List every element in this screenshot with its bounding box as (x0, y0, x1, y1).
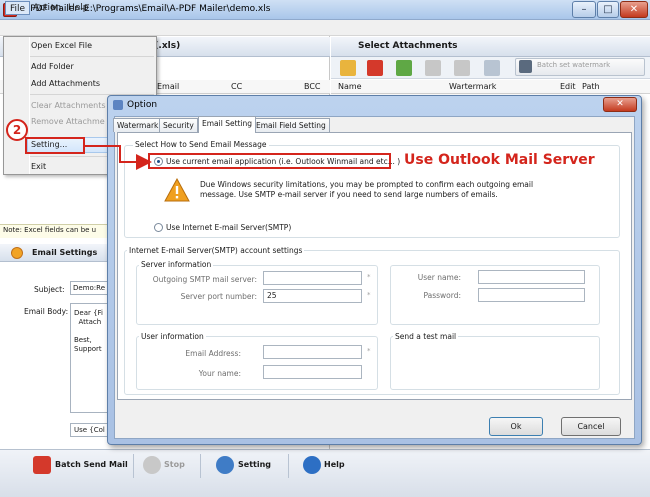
dialog-close-button[interactable]: ✕ (603, 97, 637, 112)
test-mail-title: Send a test mail (393, 332, 459, 341)
tab-email-setting[interactable]: Email Setting (198, 116, 257, 133)
batch-watermark-label: Batch set watermark (537, 61, 611, 69)
menu-help[interactable]: Help (64, 1, 93, 15)
email-address-input[interactable] (263, 345, 362, 359)
setting-button[interactable]: Setting (238, 460, 271, 469)
required-star: * (367, 273, 371, 281)
bottom-toolbar (0, 449, 650, 497)
setting-highlight-outline (25, 137, 85, 154)
batch-send-button[interactable]: Batch Send Mail (55, 460, 128, 469)
column-header-edit[interactable]: Edit (560, 82, 576, 91)
server-port-input[interactable]: 25 (263, 289, 362, 303)
column-header-cc[interactable]: CC (231, 82, 242, 91)
tab-email-field-setting[interactable]: Email Field Setting (252, 118, 330, 132)
toolbar-separator (288, 454, 289, 478)
option-dialog: Option ✕ Watermark Security Email Settin… (107, 95, 642, 445)
menu-item-open-excel[interactable]: Open Excel File (31, 39, 92, 53)
batch-send-icon[interactable] (33, 456, 51, 474)
email-body-label: Email Body: (24, 307, 69, 316)
dialog-title: Option (127, 100, 158, 110)
warning-text-line2: message. Use SMTP e-mail server if you n… (200, 190, 498, 199)
note-text: Note: Excel fields can be u (3, 226, 97, 234)
toolbar-separator (200, 454, 201, 478)
close-button[interactable]: ✕ (620, 1, 648, 18)
column-header-bcc[interactable]: BCC (304, 82, 321, 91)
preview-icon[interactable] (484, 60, 500, 76)
add-pdf-icon[interactable] (367, 60, 383, 76)
subject-input[interactable]: Demo:Re (70, 281, 110, 295)
column-header-path[interactable]: Path (582, 82, 600, 91)
radio-current-email-app[interactable] (154, 157, 163, 166)
minimize-button[interactable]: – (572, 1, 596, 18)
outgoing-server-input[interactable] (263, 271, 362, 285)
option-current-email-app-label[interactable]: Use current email application (i.e. Outl… (166, 157, 400, 166)
menu-bar (0, 20, 650, 36)
outgoing-server-label: Outgoing SMTP mail server: (152, 275, 257, 284)
menu-item-add-attachments[interactable]: Add Attachments (31, 77, 100, 91)
username-label: User name: (417, 273, 461, 282)
server-info-title: Server information (139, 260, 214, 269)
send-method-group-title: Select How to Send Email Message (133, 140, 269, 149)
help-button[interactable]: Help (324, 460, 345, 469)
required-star: * (367, 291, 371, 299)
toolbar-separator (133, 454, 134, 478)
use-column-field[interactable]: Use {Col (70, 423, 110, 437)
dialog-title-icon (113, 100, 123, 110)
stop-icon[interactable] (143, 456, 161, 474)
tab-watermark[interactable]: Watermark (113, 118, 163, 132)
setting-gear-icon[interactable] (216, 456, 234, 474)
warning-text-line1: Due Windows security limitations, you ma… (200, 180, 534, 189)
subject-label: Subject: (34, 285, 65, 294)
warning-icon (164, 178, 190, 202)
menu-item-exit[interactable]: Exit (31, 160, 46, 174)
server-port-label: Server port number: (180, 292, 257, 301)
tab-security[interactable]: Security (159, 118, 198, 132)
delete-icon[interactable] (425, 60, 441, 76)
menu-item-remove-attachment[interactable]: Remove Attachme (31, 115, 105, 129)
menu-separator (30, 56, 154, 57)
email-settings-icon (11, 247, 23, 259)
email-address-label: Email Address: (185, 349, 241, 358)
menu-item-add-folder[interactable]: Add Folder (31, 60, 74, 74)
your-name-input[interactable] (263, 365, 362, 379)
password-label: Password: (423, 291, 461, 300)
menu-item-clear-attachments[interactable]: Clear Attachments (31, 99, 106, 113)
annotation-callout: Use Outlook Mail Server (404, 152, 595, 168)
add-folder-icon[interactable] (340, 60, 356, 76)
smtp-settings-group-title: Internet E-mail Server(SMTP) account set… (127, 246, 305, 255)
required-star: * (367, 347, 371, 355)
username-input[interactable] (478, 270, 585, 284)
maximize-button[interactable]: □ (597, 1, 619, 18)
stop-button[interactable]: Stop (164, 460, 185, 469)
menu-action[interactable]: Action (29, 1, 65, 15)
column-header-watermark[interactable]: Wartermark (449, 82, 496, 91)
menu-file[interactable]: File (5, 1, 31, 15)
option-smtp-label[interactable]: Use Internet E-mail Server(SMTP) (166, 223, 291, 232)
import-icon[interactable] (396, 60, 412, 76)
cancel-button[interactable]: Cancel (561, 417, 621, 436)
test-mail-group (390, 336, 600, 390)
radio-smtp-server[interactable] (154, 223, 163, 232)
user-info-title: User information (139, 332, 206, 341)
email-settings-title: Email Settings (32, 248, 98, 257)
your-name-label: Your name: (198, 369, 241, 378)
column-header-email[interactable]: Email (157, 82, 179, 91)
ok-button[interactable]: Ok (489, 417, 543, 436)
help-icon[interactable] (303, 456, 321, 474)
password-input[interactable] (478, 288, 585, 302)
attachments-header-title: Select Attachments (358, 41, 458, 51)
email-body-textarea[interactable]: Dear {Fi Attach Best, Support (70, 303, 110, 413)
column-header-name[interactable]: Name (338, 82, 362, 91)
user-icon (519, 60, 532, 73)
tools-icon[interactable] (454, 60, 470, 76)
